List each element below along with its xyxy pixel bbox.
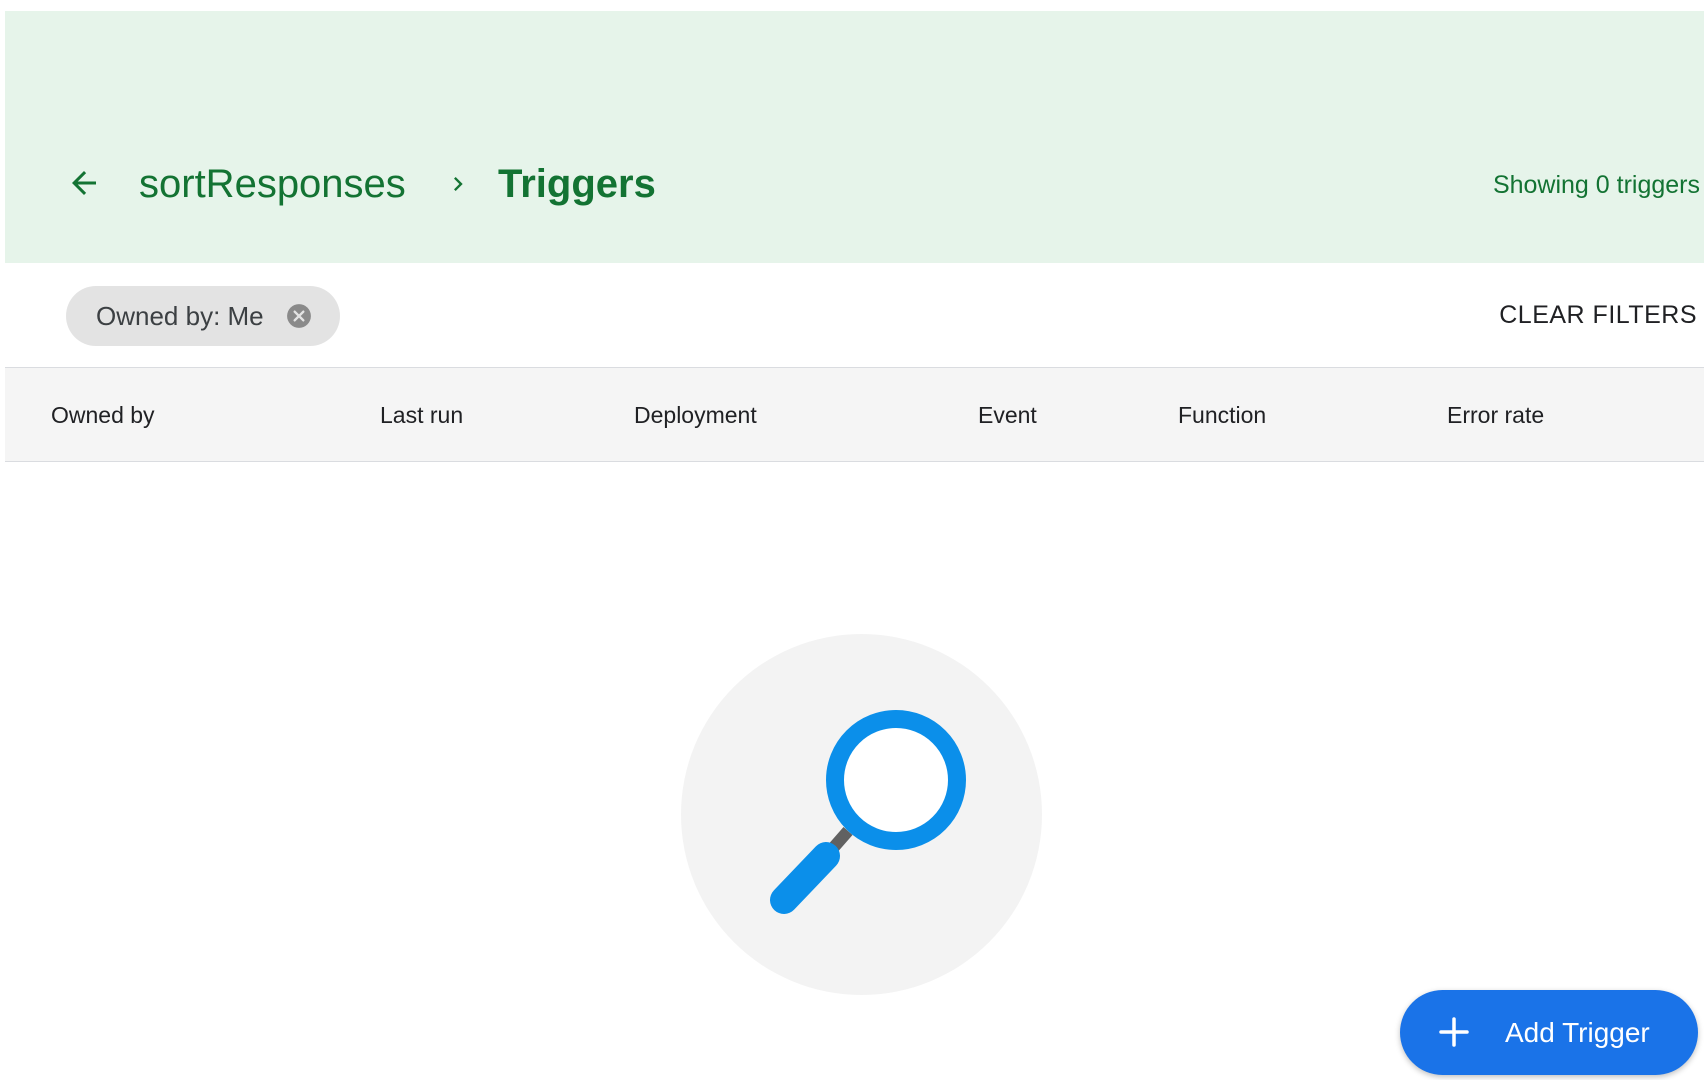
add-trigger-button[interactable]: Add Trigger: [1400, 990, 1698, 1075]
column-header-deployment[interactable]: Deployment: [634, 401, 757, 429]
add-trigger-label: Add Trigger: [1505, 1017, 1650, 1048]
column-header-error-rate[interactable]: Error rate: [1447, 401, 1544, 429]
arrow-back-icon: [72, 171, 96, 195]
breadcrumb-parent-link[interactable]: sortResponses: [139, 160, 406, 208]
page-title: Triggers: [498, 162, 656, 206]
table-header: Owned by Last run Deployment Event Funct…: [5, 367, 1704, 462]
column-header-owned-by[interactable]: Owned by: [51, 401, 155, 429]
owner-filter-chip[interactable]: Owned by: Me: [66, 286, 340, 346]
column-header-last-run[interactable]: Last run: [380, 401, 463, 429]
page-header: [5, 11, 1704, 263]
clear-filters-button[interactable]: CLEAR FILTERS: [1499, 300, 1697, 330]
column-header-function[interactable]: Function: [1178, 401, 1266, 429]
filter-chip-label: Owned by: Me: [96, 300, 264, 331]
column-header-event[interactable]: Event: [978, 401, 1037, 429]
breadcrumb-separator: [444, 168, 472, 200]
back-button[interactable]: [62, 161, 106, 205]
plus-icon: [1439, 1017, 1469, 1047]
magnifier-icon: [681, 634, 1042, 995]
triggers-page: sortResponses Triggers Showing 0 trigger…: [0, 0, 1704, 1080]
results-count: Showing 0 triggers: [1492, 171, 1700, 199]
chevron-right-icon: [454, 177, 463, 191]
cancel-icon[interactable]: [286, 303, 312, 329]
